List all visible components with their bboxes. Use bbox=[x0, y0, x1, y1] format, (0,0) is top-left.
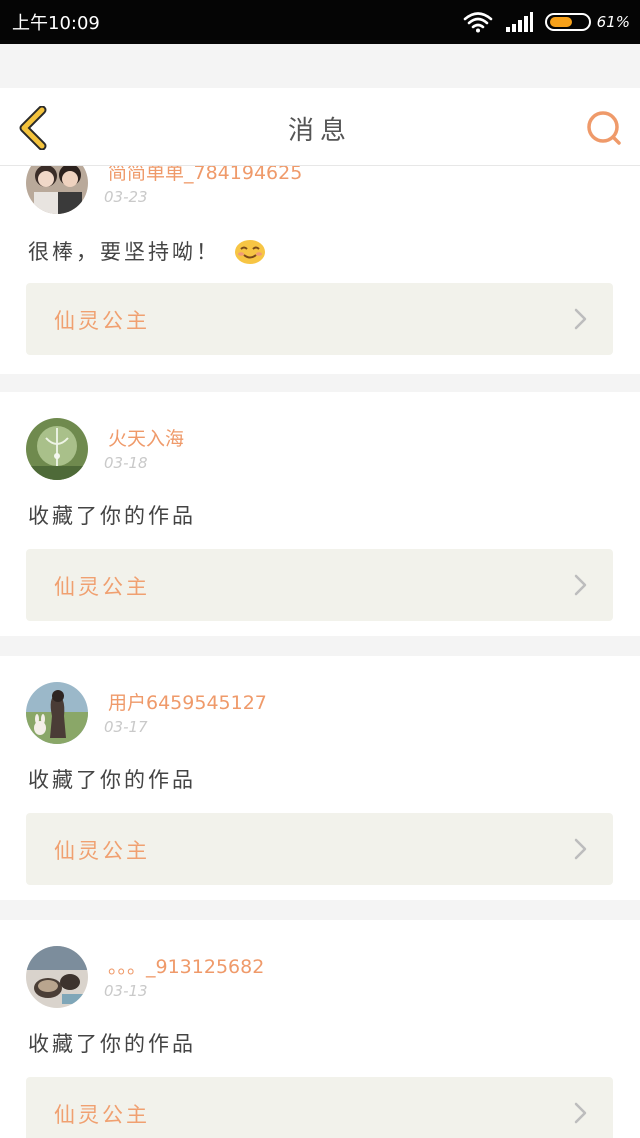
status-icons: 61% bbox=[463, 9, 630, 35]
message-text-row: 很棒，要坚持呦！ bbox=[28, 236, 266, 266]
chevron-right-icon bbox=[574, 838, 587, 860]
chevron-right-icon bbox=[574, 308, 587, 330]
avatar[interactable] bbox=[26, 682, 88, 744]
battery-indicator: 61% bbox=[544, 13, 630, 31]
work-reference-button[interactable]: 仙灵公主 bbox=[26, 813, 613, 885]
work-reference-button[interactable]: 仙灵公主 bbox=[26, 549, 613, 621]
signal-icon bbox=[505, 12, 533, 32]
message-text: 很棒，要坚持呦！ bbox=[28, 240, 220, 264]
wifi-icon bbox=[463, 12, 492, 33]
message-text: 收藏了你的作品 bbox=[28, 768, 196, 792]
message-text-row: 收藏了你的作品 bbox=[28, 764, 196, 794]
search-button[interactable] bbox=[584, 108, 624, 148]
nav-bar: 消息 bbox=[0, 88, 640, 166]
message-text-row: 收藏了你的作品 bbox=[28, 1028, 196, 1058]
avatar[interactable] bbox=[26, 418, 88, 480]
chevron-right-icon bbox=[574, 574, 587, 596]
message-card: 简简单单_784194625 03-23 很棒，要坚持呦！ 仙灵公主 bbox=[0, 166, 640, 374]
smiling-face-emoji bbox=[235, 240, 265, 264]
top-spacer bbox=[0, 44, 640, 88]
battery-percent: 61% bbox=[596, 13, 630, 31]
username[interactable]: 。。。_913125682 bbox=[108, 952, 264, 979]
message-text: 收藏了你的作品 bbox=[28, 1032, 196, 1056]
username[interactable]: 简简单单_784194625 bbox=[108, 166, 302, 185]
chevron-right-icon bbox=[574, 1102, 587, 1124]
message-date: 03-17 bbox=[104, 718, 148, 736]
username[interactable]: 用户6459545127 bbox=[108, 688, 267, 715]
message-date: 03-23 bbox=[104, 188, 148, 206]
avatar[interactable] bbox=[26, 166, 88, 214]
status-bar: 上午10:09 61% bbox=[0, 0, 640, 44]
page-title: 消息 bbox=[287, 116, 352, 146]
work-reference-button[interactable]: 仙灵公主 bbox=[26, 1077, 613, 1138]
battery-icon bbox=[544, 13, 591, 31]
battery-fill bbox=[549, 17, 572, 27]
message-text: 收藏了你的作品 bbox=[28, 504, 196, 528]
message-date: 03-13 bbox=[104, 982, 148, 1000]
work-title: 仙灵公主 bbox=[54, 839, 150, 863]
work-title: 仙灵公主 bbox=[54, 309, 150, 333]
message-card: 。。。_913125682 03-13 收藏了你的作品 仙灵公主 bbox=[0, 920, 640, 1138]
message-date: 03-18 bbox=[104, 454, 148, 472]
message-card: 火天入海 03-18 收藏了你的作品 仙灵公主 bbox=[0, 392, 640, 636]
work-reference-button[interactable]: 仙灵公主 bbox=[26, 283, 613, 355]
username[interactable]: 火天入海 bbox=[108, 424, 184, 451]
message-card: 用户6459545127 03-17 收藏了你的作品 仙灵公主 bbox=[0, 656, 640, 900]
status-time: 上午10:09 bbox=[12, 13, 100, 34]
work-title: 仙灵公主 bbox=[54, 1103, 150, 1127]
message-text-row: 收藏了你的作品 bbox=[28, 500, 196, 530]
message-list[interactable]: 简简单单_784194625 03-23 很棒，要坚持呦！ 仙灵公主 火天入海 … bbox=[0, 166, 640, 1138]
search-icon bbox=[587, 111, 621, 145]
work-title: 仙灵公主 bbox=[54, 575, 150, 599]
avatar[interactable] bbox=[26, 946, 88, 1008]
